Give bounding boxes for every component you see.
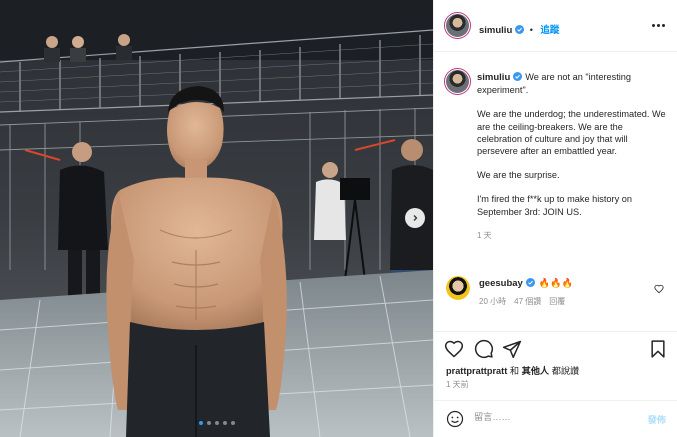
carousel-dot (206, 421, 211, 425)
likes-connector: 和 (509, 366, 519, 376)
carousel-dot (230, 421, 235, 425)
comment-like-heart-icon[interactable] (654, 284, 664, 294)
comment-meta: 20 小時 47 個讚 回覆 (479, 296, 649, 307)
caption-avatar[interactable] (444, 68, 471, 95)
follow-button[interactable]: 追蹤 (540, 25, 559, 36)
caption-paragraph: simuliu We are not an "interesting experi… (477, 71, 667, 96)
smiley-icon[interactable] (446, 410, 464, 428)
comments-section[interactable]: simuliu We are not an "interesting experi… (434, 53, 677, 331)
share-icon[interactable] (502, 339, 522, 359)
likes-others-link[interactable]: 其他人 (522, 366, 550, 376)
caption: simuliu We are not an "interesting experi… (477, 71, 667, 242)
liker-username[interactable]: prattprattpratt (446, 366, 507, 376)
comment-item: geesubay 🔥🔥🔥 20 小時 47 個讚 回覆 (479, 278, 649, 307)
caption-username[interactable]: simuliu (477, 72, 510, 83)
post-header: simuliu • 追蹤 (434, 0, 677, 52)
heart-icon[interactable] (444, 339, 464, 359)
comment-input[interactable] (474, 412, 624, 422)
caption-text-4: I'm fired the f**k up to make history on… (477, 194, 632, 217)
chevron-right-icon (413, 215, 418, 221)
carousel-dot (198, 421, 203, 425)
post-side-panel: simuliu • 追蹤 simuliu We are not an "inter… (433, 0, 677, 437)
verified-badge-icon (525, 278, 535, 287)
author-avatar[interactable] (444, 12, 471, 39)
photo-illustration (0, 0, 433, 437)
comment-text: 🔥🔥🔥 (538, 278, 574, 288)
comment-likes[interactable]: 47 個讚 (514, 296, 541, 307)
author-username[interactable]: simuliu (479, 25, 512, 36)
comment-time[interactable]: 20 小時 (479, 296, 506, 307)
add-comment-bar: 發佈 (434, 400, 677, 437)
verified-badge-icon (513, 72, 523, 81)
caption-text-2: We are the underdog; the underestimated.… (477, 109, 666, 157)
more-options-icon[interactable] (652, 20, 666, 30)
caption-time[interactable]: 1 天 (477, 230, 667, 242)
caption-text-3: We are the surprise. (477, 170, 560, 181)
reply-button[interactable]: 回覆 (549, 296, 565, 307)
commenter-avatar[interactable] (446, 276, 470, 300)
next-slide-button[interactable] (405, 208, 425, 228)
post-comment-button[interactable]: 發佈 (648, 412, 666, 426)
carousel-dot (222, 421, 227, 425)
carousel-indicators (0, 421, 433, 425)
post-photo[interactable] (0, 0, 433, 437)
header-separator: • (529, 25, 533, 35)
comment-icon[interactable] (474, 339, 494, 359)
header-user-line: simuliu • 追蹤 (479, 20, 559, 38)
likes-suffix: 都說讚 (551, 366, 580, 376)
commenter-username[interactable]: geesubay (479, 278, 523, 289)
bookmark-icon[interactable] (648, 339, 668, 359)
post-age[interactable]: 1 天前 (446, 379, 469, 390)
likes-summary: prattprattpratt 和 其他人 都說讚 (446, 363, 579, 377)
post-actions: prattprattpratt 和 其他人 都說讚 1 天前 發佈 (434, 331, 677, 437)
carousel-dot (214, 421, 219, 425)
verified-badge-icon (515, 25, 525, 34)
